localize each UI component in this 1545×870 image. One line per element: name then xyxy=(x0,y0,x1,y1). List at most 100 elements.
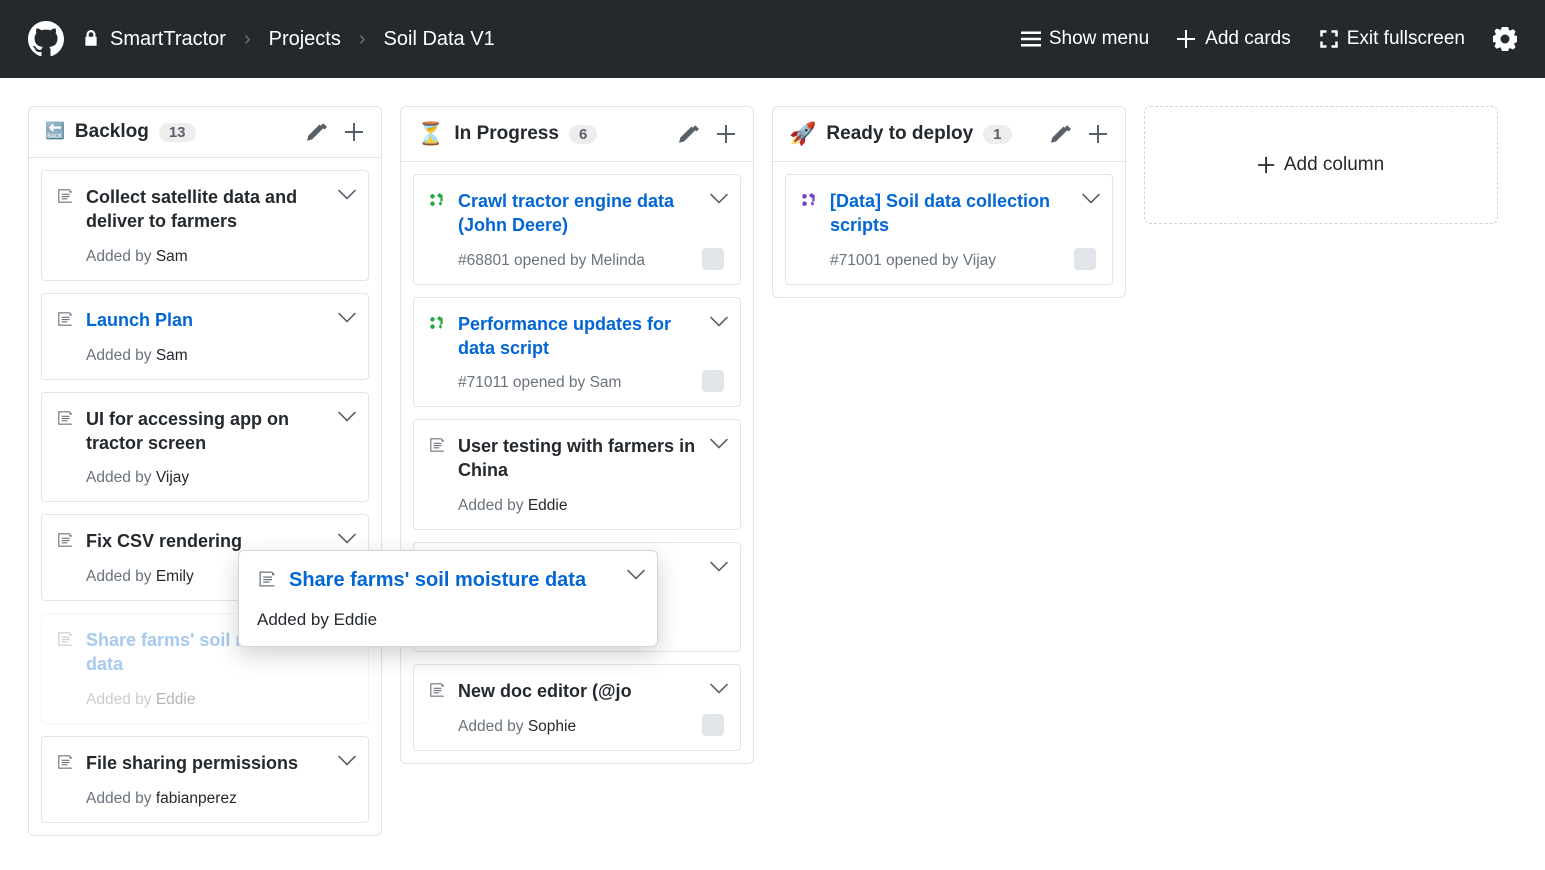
chevron-right-icon: › xyxy=(244,28,251,51)
assignee-avatar[interactable] xyxy=(1074,248,1096,270)
card-title[interactable]: Launch Plan xyxy=(86,308,217,333)
note-icon xyxy=(56,310,74,333)
card-title: Fix CSV rendering xyxy=(86,529,266,554)
card-meta: Added by Sam xyxy=(56,347,352,365)
project-card[interactable]: [Data] Soil data collection scripts #710… xyxy=(785,174,1113,285)
project-card[interactable]: UI for accessing app on tractor screen A… xyxy=(41,392,369,503)
card-meta: Added by fabianperez xyxy=(56,790,352,808)
board-column: ⏳ In Progress 6 Crawl tractor engine dat… xyxy=(400,106,754,764)
column-title: In Progress xyxy=(454,123,559,145)
column-emoji-icon: ⏳ xyxy=(417,121,444,147)
card-title: New doc editor (@jo xyxy=(458,679,656,704)
breadcrumb-projects[interactable]: Projects xyxy=(269,28,341,51)
exit-fullscreen-button[interactable]: Exit fullscreen xyxy=(1319,28,1465,50)
breadcrumb: SmartTractor › Projects › Soil Data V1 xyxy=(82,28,495,51)
card-meta: Added by Vijay xyxy=(56,469,352,487)
show-menu-button[interactable]: Show menu xyxy=(1021,28,1149,50)
column-count-badge: 1 xyxy=(983,125,1011,144)
card-menu-button[interactable] xyxy=(710,312,728,335)
project-card[interactable]: User testing with farmers in China Added… xyxy=(413,419,741,530)
open-pull-request-icon xyxy=(428,191,446,238)
card-menu-button[interactable] xyxy=(338,185,356,208)
top-nav: SmartTractor › Projects › Soil Data V1 S… xyxy=(0,0,1545,78)
project-card[interactable]: New doc editor (@jo Added by Sophie xyxy=(413,664,741,751)
card-menu-button[interactable] xyxy=(710,189,728,212)
project-card[interactable]: Collect satellite data and deliver to fa… xyxy=(41,170,369,281)
column-emoji-icon: 🚀 xyxy=(789,121,816,147)
assignee-avatar[interactable] xyxy=(702,370,724,392)
column-title: Backlog xyxy=(75,121,149,143)
card-menu-button[interactable] xyxy=(710,557,728,580)
menu-icon xyxy=(1021,29,1041,49)
note-icon xyxy=(428,436,446,483)
card-menu-button[interactable] xyxy=(710,434,728,457)
add-card-button[interactable] xyxy=(345,122,365,142)
column-header: 🚀 Ready to deploy 1 xyxy=(773,107,1125,162)
plus-icon xyxy=(1258,156,1276,174)
card-meta: Added by Sam xyxy=(56,248,352,266)
project-card[interactable]: Crawl tractor engine data (John Deere) #… xyxy=(413,174,741,285)
project-board: 🔙 Backlog 13 Collect satellite data and … xyxy=(0,78,1545,870)
project-card[interactable]: Launch Plan Added by Sam xyxy=(41,293,369,380)
column-title: Ready to deploy xyxy=(826,123,973,145)
board-column: 🚀 Ready to deploy 1 [Data] Soil data col… xyxy=(772,106,1126,298)
column-header: ⏳ In Progress 6 xyxy=(401,107,753,162)
card-title[interactable]: [Data] Soil data collection scripts xyxy=(830,189,1096,238)
card-meta: Added by Sophie xyxy=(428,718,724,736)
card-meta: #71001 opened by Vijay xyxy=(800,252,1096,270)
note-icon xyxy=(56,531,74,554)
column-header: 🔙 Backlog 13 xyxy=(29,107,381,158)
column-count-badge: 6 xyxy=(569,125,597,144)
project-card[interactable]: File sharing permissions Added by fabian… xyxy=(41,736,369,823)
card-menu-button[interactable] xyxy=(338,751,356,774)
card-title: Share farms' soil moisture data xyxy=(289,567,614,594)
github-logo-icon[interactable] xyxy=(28,21,64,57)
note-icon xyxy=(428,681,446,704)
note-icon xyxy=(56,753,74,776)
note-icon xyxy=(257,569,277,594)
card-meta: Added by Eddie xyxy=(56,691,352,709)
chevron-right-icon: › xyxy=(359,28,366,51)
add-card-button[interactable] xyxy=(717,124,737,144)
edit-column-button[interactable] xyxy=(1051,124,1071,144)
project-card[interactable]: Performance updates for data script #710… xyxy=(413,297,741,408)
card-title: UI for accessing app on tractor screen xyxy=(86,407,352,456)
assignee-avatar[interactable] xyxy=(702,714,724,736)
add-card-button[interactable] xyxy=(1089,124,1109,144)
card-meta: Added by Eddie xyxy=(257,610,639,630)
note-icon xyxy=(56,630,74,677)
card-menu-button[interactable] xyxy=(1082,189,1100,212)
card-meta: #71011 opened by Sam xyxy=(428,374,724,392)
card-meta: Added by Eddie xyxy=(428,497,724,515)
card-title: Collect satellite data and deliver to fa… xyxy=(86,185,352,234)
note-icon xyxy=(56,187,74,234)
column-body[interactable]: Collect satellite data and deliver to fa… xyxy=(29,158,381,835)
add-column-button[interactable]: Add column xyxy=(1144,106,1498,224)
board-column: 🔙 Backlog 13 Collect satellite data and … xyxy=(28,106,382,836)
add-cards-button[interactable]: Add cards xyxy=(1177,28,1291,50)
plus-icon xyxy=(1177,29,1197,49)
breadcrumb-org[interactable]: SmartTractor xyxy=(110,28,226,51)
card-title: User testing with farmers in China xyxy=(458,434,724,483)
assignee-avatar[interactable] xyxy=(702,248,724,270)
card-meta: #68801 opened by Melinda xyxy=(428,252,724,270)
open-pull-request-icon xyxy=(428,314,446,361)
column-body[interactable]: Crawl tractor engine data (John Deere) #… xyxy=(401,162,753,763)
edit-column-button[interactable] xyxy=(307,122,327,142)
merged-pull-request-icon xyxy=(800,191,818,238)
card-menu-button[interactable] xyxy=(710,679,728,702)
breadcrumb-project[interactable]: Soil Data V1 xyxy=(384,28,495,51)
fullscreen-icon xyxy=(1319,29,1339,49)
card-menu-button[interactable] xyxy=(627,565,645,588)
card-menu-button[interactable] xyxy=(338,529,356,552)
back-emoji-icon: 🔙 xyxy=(45,124,65,140)
column-body[interactable]: [Data] Soil data collection scripts #710… xyxy=(773,162,1125,297)
settings-button[interactable] xyxy=(1493,27,1517,51)
card-title[interactable]: Crawl tractor engine data (John Deere) xyxy=(458,189,724,238)
edit-column-button[interactable] xyxy=(679,124,699,144)
column-count-badge: 13 xyxy=(159,123,196,142)
card-menu-button[interactable] xyxy=(338,407,356,430)
dragging-card[interactable]: Share farms' soil moisture data Added by… xyxy=(238,550,658,647)
card-title[interactable]: Performance updates for data script xyxy=(458,312,724,361)
card-menu-button[interactable] xyxy=(338,308,356,331)
